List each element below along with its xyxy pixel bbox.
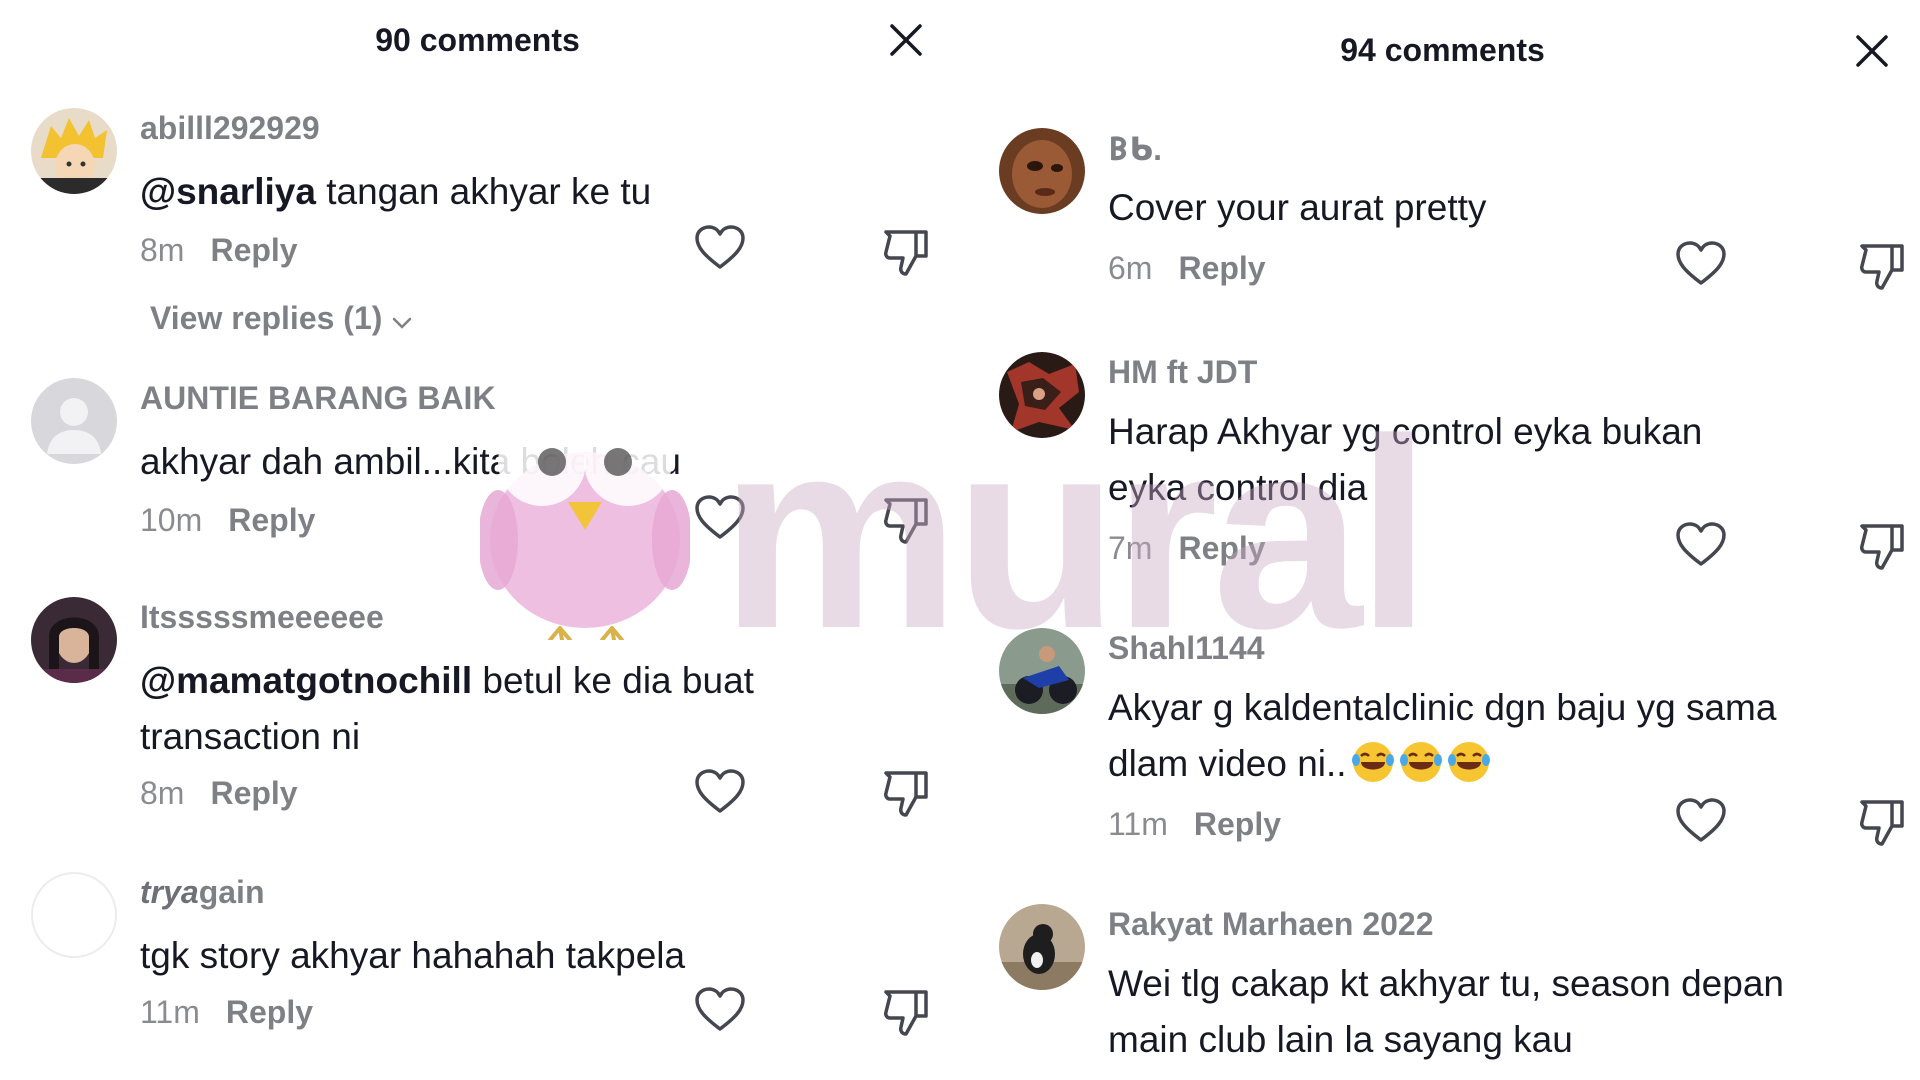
reply-button[interactable]: Reply [210,232,297,268]
dislike-icon[interactable] [882,226,930,278]
comments-panel-right: 94 comments 𐌁ᑲ. Cover your aurat pretty … [965,0,1920,1080]
heart-icon[interactable] [1675,798,1727,844]
comment-meta: 8m Reply [140,232,298,269]
reply-button[interactable]: Reply [226,994,313,1030]
comment-username[interactable]: Itsssssmeeeeee [140,599,384,636]
heart-icon[interactable] [1675,522,1727,568]
avatar[interactable] [999,628,1085,714]
comment-username[interactable]: HM ft JDT [1108,354,1257,391]
comment-meta: 11m Reply [1108,806,1281,843]
reply-button[interactable]: Reply [1178,250,1265,286]
avatar[interactable] [31,108,117,194]
dislike-icon[interactable] [882,494,930,546]
heart-icon[interactable] [694,769,746,815]
dislike-icon[interactable] [1858,520,1906,572]
comment-meta: 11m Reply [140,994,313,1031]
comment-username[interactable]: AUNTIE BARANG BAIK [140,380,496,417]
comment-text: tgk story akhyar hahahah takpela [140,935,686,976]
comment-username[interactable]: tryagain [140,874,264,911]
avatar[interactable] [999,352,1085,438]
avatar[interactable] [999,128,1085,214]
avatar[interactable] [31,872,117,958]
comment-username[interactable]: Shahl1144 [1108,630,1265,667]
view-replies-label: View replies (1) [150,300,383,336]
laughing-tears-icon [1399,742,1442,782]
dislike-icon[interactable] [882,767,930,819]
heart-icon[interactable] [1675,241,1727,287]
chevron-down-icon [392,300,412,337]
comment-time: 11m [140,994,200,1030]
laughing-tears-emoji-group [1347,742,1491,784]
panel-header: 94 comments [965,0,1920,90]
comment-username[interactable]: 𐌁ᑲ. [1108,130,1162,168]
comment-time: 10m [140,502,203,538]
comment-meta: 8m Reply [140,775,298,812]
reply-button[interactable]: Reply [1178,530,1265,566]
reply-button[interactable]: Reply [228,502,315,538]
laughing-tears-icon [1447,742,1490,782]
username-rest: gain [198,874,265,910]
heart-icon[interactable] [694,495,746,541]
reply-button[interactable]: Reply [1194,806,1281,842]
comment-meta: 7m Reply [1108,530,1266,567]
comments-panel-left: 90 comments abilll292929 @snarliya tanga… [0,0,955,1080]
comment-text: Harap Akhyar yg control eyka bukan eyka … [1108,411,1703,508]
comment-text: @snarliya tangan akhyar ke tu [140,164,651,220]
comment-text: Wei tlg cakap kt akhyar tu, season depan… [1108,963,1784,1060]
mention-link[interactable]: @snarliya [140,171,316,212]
view-replies-button[interactable]: View replies (1) [150,300,412,337]
comment-text: Akyar g kaldentalclinic dgn baju yg sama… [1108,680,1788,792]
comment-time: 7m [1108,530,1153,566]
comment-text: akhyar dah ambil...kita boleh cau [140,441,681,482]
mention-link[interactable]: @mamatgotnochill [140,660,472,701]
close-icon[interactable] [1852,31,1892,71]
laughing-tears-icon [1351,742,1394,782]
comment-text: @mamatgotnochill betul ke dia buat trans… [140,653,800,765]
comments-count-title: 90 comments [375,22,580,58]
comment-time: 11m [1108,806,1168,842]
username-bold-part: trya [140,874,199,910]
reply-button[interactable]: Reply [210,775,297,811]
comment-time: 8m [140,232,185,268]
comment-time: 6m [1108,250,1153,286]
dislike-icon[interactable] [882,986,930,1038]
avatar[interactable] [31,597,117,683]
heart-icon[interactable] [694,987,746,1033]
dislike-icon[interactable] [1858,796,1906,848]
heart-icon[interactable] [694,225,746,271]
comment-time: 8m [140,775,185,811]
close-icon[interactable] [886,20,926,60]
avatar[interactable] [999,904,1085,990]
comment-text: Cover your aurat pretty [1108,187,1487,228]
comments-count-title: 94 comments [1340,32,1545,68]
comment-username[interactable]: abilll292929 [140,110,320,147]
comment-username[interactable]: Rakyat Marhaen 2022 [1108,906,1434,943]
avatar[interactable] [31,378,117,464]
dislike-icon[interactable] [1858,240,1906,292]
comment-meta: 10m Reply [140,502,315,539]
comment-body: tangan akhyar ke tu [315,171,652,212]
comment-meta: 6m Reply [1108,250,1266,287]
panel-header: 90 comments [0,0,955,90]
